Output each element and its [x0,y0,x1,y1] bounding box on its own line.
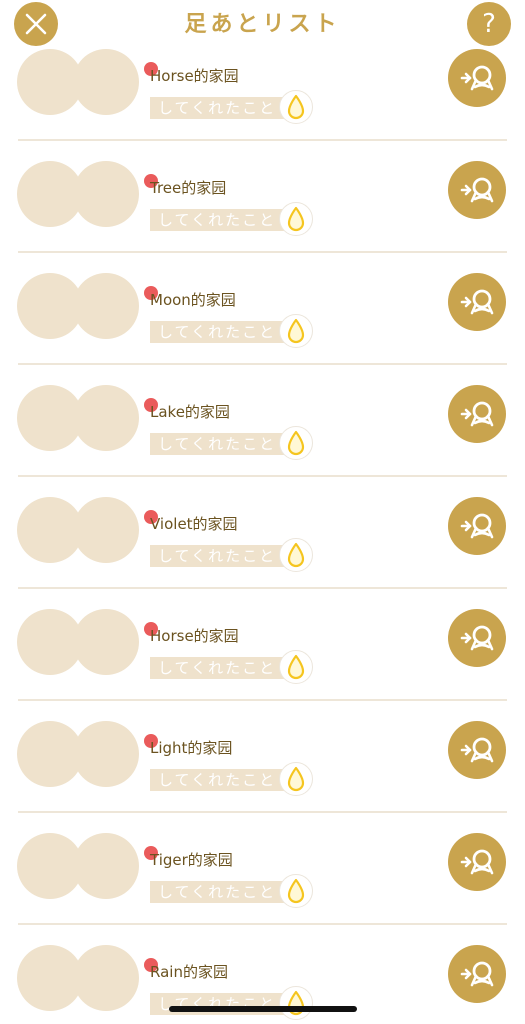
avatar-pair[interactable] [17,721,158,789]
visit-home-button[interactable] [448,385,506,443]
list-item[interactable]: Lake的家园 してくれたこと [0,365,525,477]
visit-home-icon [460,737,494,763]
action-label: してくれたこと [150,545,284,567]
avatar [73,609,139,675]
action-label: してくれたこと [150,657,284,679]
avatar [73,385,139,451]
avatar [73,721,139,787]
avatar-pair[interactable] [17,161,158,229]
water-drop-icon [287,990,305,1016]
visit-home-icon [460,65,494,91]
home-name: Light的家园 [150,739,233,757]
header: 足あとリスト ? [0,0,525,46]
avatar-pair[interactable] [17,497,158,565]
drop-badge[interactable] [279,90,313,124]
list-item[interactable]: Moon的家园 してくれたこと [0,253,525,365]
visit-home-button[interactable] [448,497,506,555]
visit-home-button[interactable] [448,833,506,891]
avatar [73,833,139,899]
visit-home-icon [460,289,494,315]
home-name: Horse的家园 [150,627,239,645]
avatar-pair[interactable] [17,833,158,901]
visit-home-button[interactable] [448,945,506,1003]
drop-badge[interactable] [279,538,313,572]
avatar [73,273,139,339]
list-item[interactable]: Tiger的家园 してくれたこと [0,813,525,925]
action-label: してくれたこと [150,97,284,119]
action-label: してくれたこと [150,209,284,231]
water-drop-icon [287,318,305,344]
home-name: Tiger的家园 [150,851,233,869]
avatar [73,49,139,115]
avatar-pair[interactable] [17,609,158,677]
visit-home-button[interactable] [448,273,506,331]
drop-badge[interactable] [279,314,313,348]
water-drop-icon [287,654,305,680]
drop-badge[interactable] [279,762,313,796]
footprint-list-screen: Horse的家园 してくれたこと Tree的家园 してくれたこと Moon的家园… [0,0,525,1024]
action-label: してくれたこと [150,321,284,343]
home-name: Lake的家园 [150,403,230,421]
home-name: Moon的家园 [150,291,236,309]
list-item[interactable]: Horse的家园 してくれたこと [0,29,525,141]
visit-home-icon [460,401,494,427]
home-name: Horse的家园 [150,67,239,85]
visit-home-icon [460,625,494,651]
action-label: してくれたこと [150,881,284,903]
water-drop-icon [287,430,305,456]
avatar-pair[interactable] [17,273,158,341]
visit-home-icon [460,961,494,987]
water-drop-icon [287,766,305,792]
visit-home-icon [460,849,494,875]
list-item[interactable]: Tree的家园 してくれたこと [0,141,525,253]
avatar-pair[interactable] [17,385,158,453]
list-item[interactable]: Violet的家园 してくれたこと [0,477,525,589]
visit-home-icon [460,177,494,203]
avatar-pair[interactable] [17,49,158,117]
avatar [73,945,139,1011]
home-name: Tree的家园 [150,179,227,197]
water-drop-icon [287,206,305,232]
home-name: Rain的家园 [150,963,228,981]
action-label: してくれたこと [150,769,284,791]
list-item[interactable]: Light的家园 してくれたこと [0,701,525,813]
visit-home-button[interactable] [448,49,506,107]
avatar-pair[interactable] [17,945,158,1013]
list-item[interactable]: Horse的家园 してくれたこと [0,589,525,701]
water-drop-icon [287,878,305,904]
drop-badge[interactable] [279,874,313,908]
action-label: してくれたこと [150,433,284,455]
home-name: Violet的家园 [150,515,238,533]
water-drop-icon [287,94,305,120]
help-icon: ? [482,9,496,39]
drop-badge[interactable] [279,202,313,236]
drop-badge[interactable] [279,986,313,1020]
avatar [73,497,139,563]
water-drop-icon [287,542,305,568]
help-button[interactable]: ? [467,2,511,46]
drop-badge[interactable] [279,426,313,460]
home-indicator [169,1006,357,1012]
visit-home-button[interactable] [448,161,506,219]
visit-home-icon [460,513,494,539]
avatar [73,161,139,227]
page-title: 足あとリスト [184,12,341,37]
drop-badge[interactable] [279,650,313,684]
visit-home-button[interactable] [448,609,506,667]
visit-home-button[interactable] [448,721,506,779]
